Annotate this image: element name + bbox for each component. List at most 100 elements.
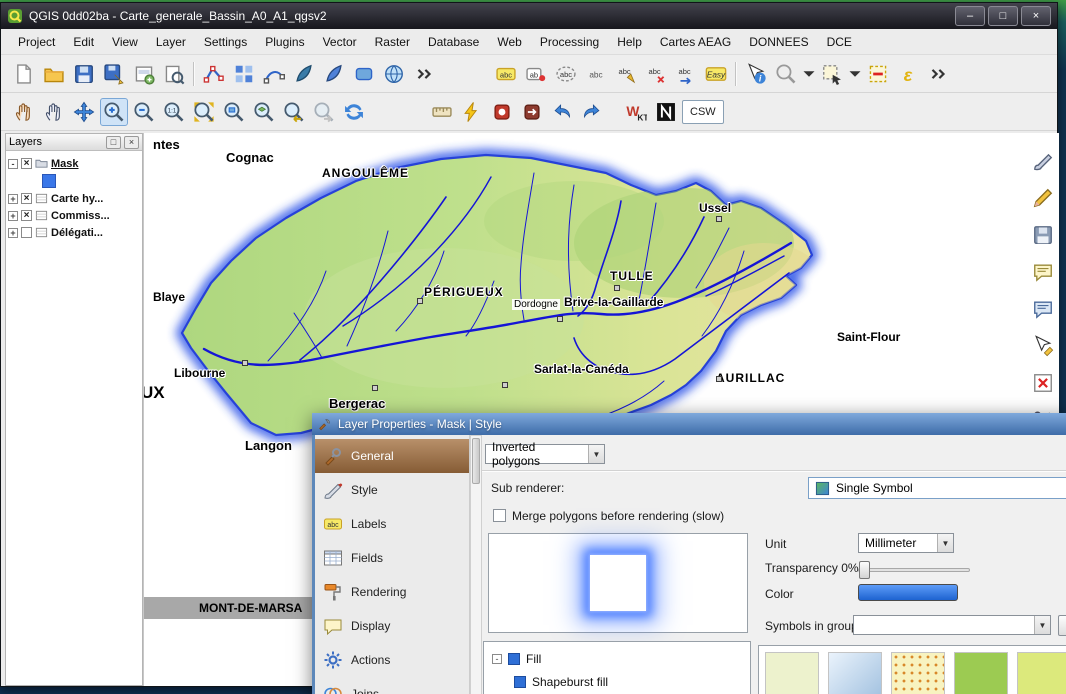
symbol-swatch[interactable] — [891, 652, 945, 694]
float-panel-button[interactable]: □ — [106, 136, 121, 149]
dialog-sidebar-scrollbar[interactable] — [470, 435, 482, 694]
slider-handle[interactable] — [859, 561, 870, 579]
pencil-button[interactable] — [1029, 184, 1057, 212]
tab-general[interactable]: General — [315, 439, 469, 473]
layer-checkbox[interactable]: × — [21, 158, 32, 169]
menu-view[interactable]: View — [103, 31, 147, 53]
layer-checkbox[interactable]: × — [21, 193, 32, 204]
expression-button[interactable]: ε — [894, 60, 922, 88]
label-abc-ring-button[interactable]: abc — [552, 60, 580, 88]
touch-hand-button[interactable] — [10, 98, 38, 126]
zoom-out-button[interactable] — [130, 98, 158, 126]
zoom-next-button[interactable] — [310, 98, 338, 126]
label-abc-plain-button[interactable]: abc — [582, 60, 610, 88]
zoom-layer-button[interactable] — [250, 98, 278, 126]
menu-project[interactable]: Project — [9, 31, 64, 53]
expander-toggle[interactable]: - — [8, 159, 18, 169]
identify-button[interactable]: i — [742, 60, 770, 88]
symbol-swatch[interactable] — [828, 652, 882, 694]
symbol-tree-row[interactable]: -Fill — [484, 647, 750, 670]
node-tool-button[interactable] — [260, 60, 288, 88]
html-annotation-button[interactable] — [1029, 295, 1057, 323]
zoom-gray-button[interactable] — [772, 60, 800, 88]
transparency-slider[interactable] — [858, 561, 970, 579]
redo-button[interactable] — [578, 98, 606, 126]
show-bookmarks-button[interactable] — [518, 98, 546, 126]
deselect-button[interactable] — [864, 60, 892, 88]
feather-dark-button[interactable] — [290, 60, 318, 88]
menu-web[interactable]: Web — [488, 31, 530, 53]
titlebar[interactable]: QGIS 0dd02ba - Carte_generale_Bassin_A0_… — [1, 3, 1057, 29]
layer-row[interactable]: +×Carte hy... — [8, 190, 140, 207]
menu-help[interactable]: Help — [608, 31, 651, 53]
layer-row[interactable]: -×Mask — [8, 155, 140, 172]
menu-cartes-aeag[interactable]: Cartes AEAG — [651, 31, 740, 53]
save-edits-button[interactable] — [1029, 221, 1057, 249]
pan-hand-button[interactable] — [40, 98, 68, 126]
tab-actions[interactable]: Actions — [315, 643, 469, 677]
minimize-button[interactable]: – — [955, 6, 985, 26]
composer-manager-button[interactable] — [160, 60, 188, 88]
pan-arrows-button[interactable] — [70, 98, 98, 126]
zoom-in-button[interactable] — [100, 98, 128, 126]
text-annotation-button[interactable] — [1029, 258, 1057, 286]
tab-joins[interactable]: Joins — [315, 677, 469, 694]
feather-blue-button[interactable] — [320, 60, 348, 88]
open-folder-button[interactable] — [40, 60, 68, 88]
layer-checkbox[interactable]: × — [21, 210, 32, 221]
zoom-11-button[interactable]: 1:1 — [160, 98, 188, 126]
close-panel-button[interactable]: × — [124, 136, 139, 149]
dialog-titlebar[interactable]: Layer Properties - Mask | Style — [312, 413, 1066, 435]
menu-vector[interactable]: Vector — [314, 31, 366, 53]
menu-raster[interactable]: Raster — [366, 31, 419, 53]
expander-toggle[interactable]: + — [8, 228, 18, 238]
new-composer-button[interactable] — [130, 60, 158, 88]
tab-style[interactable]: Style — [315, 473, 469, 507]
layer-row[interactable]: +×Commiss... — [8, 207, 140, 224]
undo-button[interactable] — [548, 98, 576, 126]
label-abc-pin-button[interactable]: abc — [612, 60, 640, 88]
expander-toggle[interactable]: + — [8, 194, 18, 204]
scrollbar-thumb[interactable] — [472, 438, 480, 484]
refresh-button[interactable] — [340, 98, 368, 126]
wkt-button[interactable]: WKT — [622, 98, 650, 126]
tab-labels[interactable]: abcLabels — [315, 507, 469, 541]
label-ab-button[interactable]: ab — [522, 60, 550, 88]
paintbrush-button[interactable] — [1029, 147, 1057, 175]
label-abc-button[interactable]: abc — [492, 60, 520, 88]
tool-dropdown-button[interactable] — [848, 60, 862, 88]
lightning-button[interactable] — [458, 98, 486, 126]
tab-fields[interactable]: Fields — [315, 541, 469, 575]
zoom-sel-button[interactable] — [220, 98, 248, 126]
unit-select[interactable]: Millimeter ▼ — [858, 533, 954, 553]
layer-checkbox[interactable] — [21, 227, 32, 238]
menu-settings[interactable]: Settings — [195, 31, 256, 53]
symbol-swatch[interactable] — [1017, 652, 1066, 694]
tab-display[interactable]: Display — [315, 609, 469, 643]
label-abc-arrow-button[interactable]: abc — [672, 60, 700, 88]
merge-checkbox[interactable] — [493, 509, 506, 522]
digitize-button[interactable] — [200, 60, 228, 88]
color-button[interactable] — [858, 584, 958, 601]
shape-blue-button[interactable] — [350, 60, 378, 88]
menu-plugins[interactable]: Plugins — [256, 31, 313, 53]
layer-row[interactable]: +Délégati... — [8, 224, 140, 241]
menu-edit[interactable]: Edit — [64, 31, 103, 53]
delete-selected-button[interactable] — [1029, 369, 1057, 397]
tool-dropdown-button[interactable] — [802, 60, 816, 88]
menu-database[interactable]: Database — [419, 31, 488, 53]
tab-rendering[interactable]: Rendering — [315, 575, 469, 609]
move-feature-button[interactable] — [230, 60, 258, 88]
menu-donnees[interactable]: DONNEES — [740, 31, 817, 53]
label-abc-x-button[interactable]: abc — [642, 60, 670, 88]
chevrons-button[interactable] — [924, 60, 952, 88]
csw-button[interactable]: CSW — [682, 100, 724, 124]
save-as-button[interactable] — [100, 60, 128, 88]
move-annotation-button[interactable] — [1029, 332, 1057, 360]
maximize-button[interactable]: □ — [988, 6, 1018, 26]
save-button[interactable] — [70, 60, 98, 88]
expander-toggle[interactable]: - — [492, 654, 502, 664]
globe-button[interactable] — [380, 60, 408, 88]
chevrons-button[interactable] — [410, 60, 438, 88]
measure-button[interactable] — [428, 98, 456, 126]
